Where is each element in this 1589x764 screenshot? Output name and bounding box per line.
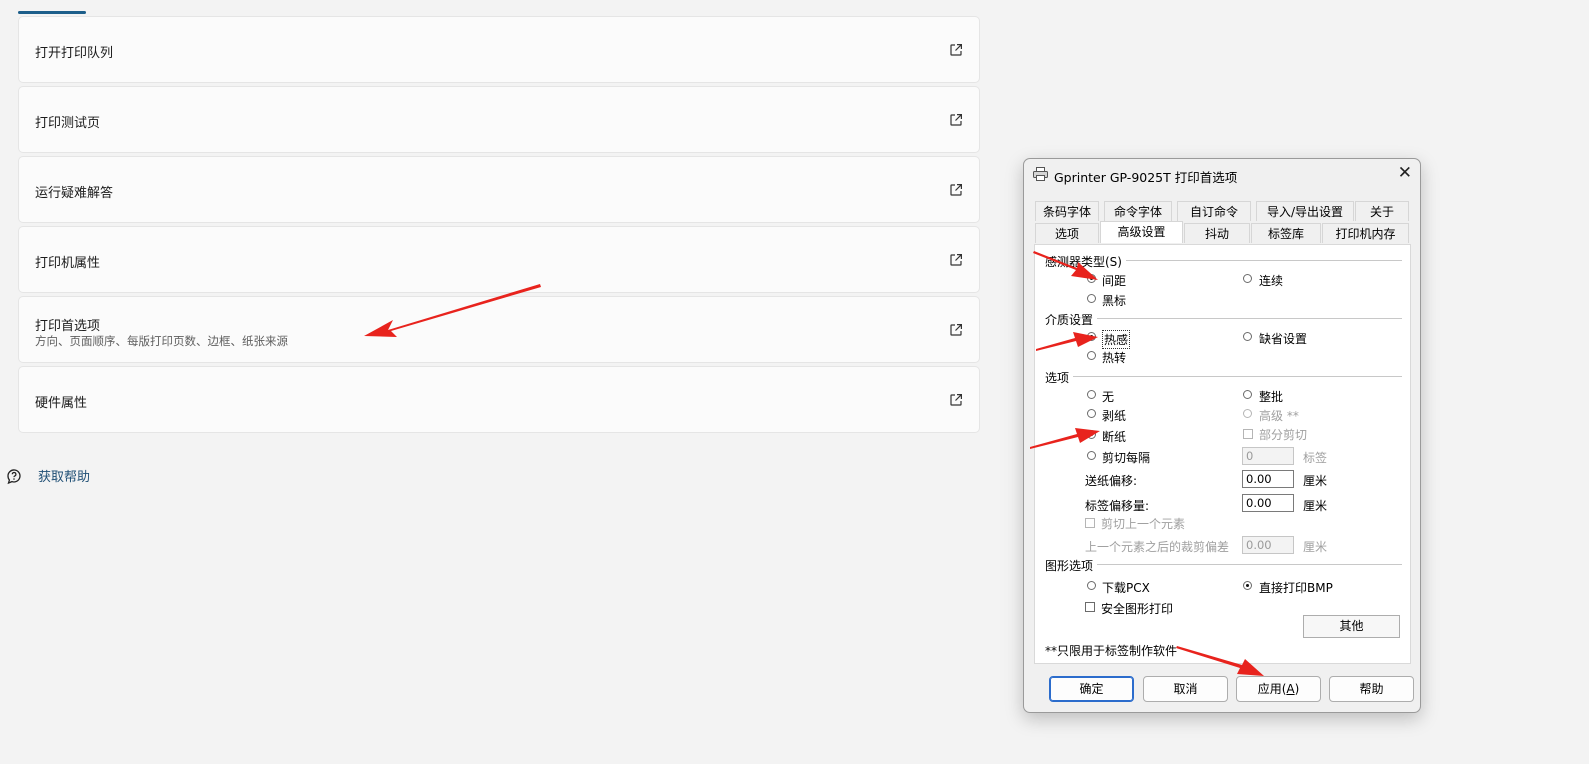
option-cut-every-radio[interactable] <box>1087 451 1096 460</box>
group-divider <box>1115 260 1402 261</box>
apply-button[interactable]: 应用(A) <box>1236 676 1321 702</box>
printer-icon <box>1033 167 1048 181</box>
open-external-icon <box>950 184 962 196</box>
close-icon[interactable]: ✕ <box>1398 165 1412 182</box>
option-batch-radio[interactable] <box>1243 390 1252 399</box>
open-external-icon <box>950 324 962 336</box>
direct-print-bmp-label: 直接打印BMP <box>1259 581 1333 595</box>
option-peel-label: 剥纸 <box>1102 409 1127 423</box>
secure-graphics-print-label: 安全图形打印 <box>1101 602 1174 616</box>
get-help-label: 获取帮助 <box>38 470 91 485</box>
option-advanced-label: 高级 ** <box>1259 409 1299 423</box>
footnote-label: **只限用于标签制作软件 <box>1045 644 1178 658</box>
printer-properties-row[interactable]: 打印机属性 <box>18 226 980 293</box>
sensor-black-mark-radio[interactable] <box>1087 294 1096 303</box>
help-button[interactable]: 帮助 <box>1329 676 1414 702</box>
open-external-icon <box>950 44 962 56</box>
row-title: 打印测试页 <box>35 116 101 131</box>
option-cut-every-label: 剪切每隔 <box>1102 451 1151 465</box>
media-thermal-label: 热感 <box>1102 330 1131 349</box>
printing-preferences-row[interactable]: 打印首选项 方向、页面顺序、每版打印页数、边框、纸张来源 <box>18 296 980 363</box>
row-title: 打开打印队列 <box>35 46 114 61</box>
option-peel-radio[interactable] <box>1087 409 1096 418</box>
download-pcx-radio[interactable] <box>1087 581 1096 590</box>
sensor-continuous-label: 连续 <box>1259 274 1284 288</box>
cut-previous-element-label: 剪切上一个元素 <box>1101 517 1186 531</box>
open-external-icon <box>950 254 962 266</box>
sensor-continuous-radio[interactable] <box>1243 274 1252 283</box>
row-title: 硬件属性 <box>35 396 88 411</box>
feed-offset-unit: 厘米 <box>1303 474 1328 488</box>
graphics-options-label: 图形选项 <box>1045 557 1098 574</box>
media-settings-label: 介质设置 <box>1045 311 1098 328</box>
cut-offset-after-element-label: 上一个元素之后的裁剪偏差 <box>1085 540 1230 554</box>
media-thermal-radio[interactable] <box>1087 332 1096 341</box>
tab-advanced-settings[interactable]: 高级设置 <box>1100 221 1183 243</box>
label-offset-label: 标签偏移量: <box>1085 499 1150 513</box>
print-test-page-row[interactable]: 打印测试页 <box>18 86 980 153</box>
group-divider <box>1071 376 1402 377</box>
other-button[interactable]: 其他 <box>1303 615 1400 638</box>
tab-printer-memory[interactable]: 打印机内存 <box>1322 223 1409 243</box>
secure-graphics-print-checkbox[interactable] <box>1085 602 1095 612</box>
open-external-icon <box>950 114 962 126</box>
download-pcx-label: 下载PCX <box>1102 581 1150 595</box>
run-troubleshooter-row[interactable]: 运行疑难解答 <box>18 156 980 223</box>
help-icon <box>7 468 21 484</box>
sensor-type-label: 感测器类型(S) <box>1045 253 1126 270</box>
label-offset-unit: 厘米 <box>1303 499 1328 513</box>
media-default-label: 缺省设置 <box>1259 332 1308 346</box>
direct-print-bmp-radio[interactable] <box>1243 581 1252 590</box>
cut-every-unit: 标签 <box>1303 451 1328 465</box>
sensor-black-mark-label: 黑标 <box>1102 294 1127 308</box>
tab-about[interactable]: 关于 <box>1355 201 1409 221</box>
cut-offset-after-element-input[interactable]: 0.00 <box>1242 536 1294 554</box>
tab-options[interactable]: 选项 <box>1035 223 1099 243</box>
row-title: 打印首选项 <box>35 319 101 334</box>
cancel-button[interactable]: 取消 <box>1143 676 1228 702</box>
media-thermal-transfer-label: 热转 <box>1102 351 1127 365</box>
hardware-properties-row[interactable]: 硬件属性 <box>18 366 980 433</box>
row-subtitle: 方向、页面顺序、每版打印页数、边框、纸张来源 <box>35 334 288 348</box>
cut-every-input[interactable]: 0 <box>1242 447 1294 465</box>
tab-dithering[interactable]: 抖动 <box>1184 223 1250 243</box>
options-label: 选项 <box>1045 369 1074 386</box>
option-cut-label: 断纸 <box>1102 430 1127 444</box>
open-print-queue-row[interactable]: 打开打印队列 <box>18 16 980 83</box>
option-none-radio[interactable] <box>1087 390 1096 399</box>
cut-previous-element-checkbox[interactable] <box>1085 518 1095 528</box>
sensor-gap-radio[interactable] <box>1087 274 1096 283</box>
nav-tab-indicator <box>18 11 86 14</box>
group-divider <box>1095 318 1402 319</box>
media-thermal-transfer-radio[interactable] <box>1087 351 1096 360</box>
tab-label-library[interactable]: 标签库 <box>1251 223 1321 243</box>
row-title: 运行疑难解答 <box>35 186 114 201</box>
option-none-label: 无 <box>1102 390 1115 404</box>
open-external-icon <box>950 394 962 406</box>
tab-command-font[interactable]: 命令字体 <box>1104 201 1172 221</box>
advanced-settings-panel: 感测器类型(S) 间距 连续 黑标 介质设置 热感 缺省设置 热转 选项 无 整… <box>1034 244 1411 664</box>
partial-cut-checkbox[interactable] <box>1243 429 1253 439</box>
tab-barcode-font[interactable]: 条码字体 <box>1035 201 1099 221</box>
sensor-gap-label: 间距 <box>1102 274 1127 288</box>
dialog-title: Gprinter GP-9025T 打印首选项 <box>1054 170 1238 185</box>
group-divider <box>1095 564 1402 565</box>
printing-preferences-dialog: Gprinter GP-9025T 打印首选项 ✕ 条码字体 命令字体 自订命令… <box>1023 158 1421 713</box>
get-help-link[interactable]: 获取帮助 <box>5 466 90 485</box>
option-batch-label: 整批 <box>1259 390 1284 404</box>
partial-cut-label: 部分剪切 <box>1259 428 1308 442</box>
ok-button[interactable]: 确定 <box>1049 676 1134 702</box>
tab-import-export[interactable]: 导入/导出设置 <box>1256 201 1354 221</box>
feed-offset-label: 送纸偏移: <box>1085 474 1138 488</box>
cut-offset-after-element-unit: 厘米 <box>1303 540 1328 554</box>
feed-offset-input[interactable]: 0.00 <box>1242 470 1294 488</box>
row-title: 打印机属性 <box>35 256 101 271</box>
media-default-radio[interactable] <box>1243 332 1252 341</box>
tab-custom-command[interactable]: 自订命令 <box>1177 201 1251 221</box>
option-advanced-radio[interactable] <box>1243 409 1252 418</box>
label-offset-input[interactable]: 0.00 <box>1242 494 1294 512</box>
option-cut-radio[interactable] <box>1087 430 1096 439</box>
